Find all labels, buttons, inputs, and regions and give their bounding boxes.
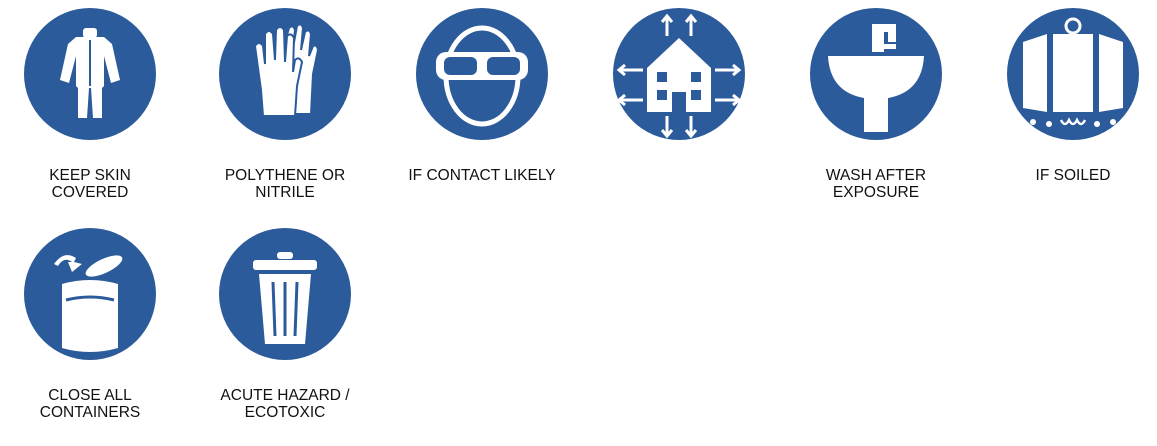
- sign-caption: IF CONTACT LIKELY: [408, 167, 556, 184]
- sign-polythene-or-nitrile: POLYTHENE OR NITRILE: [200, 4, 370, 201]
- sign-if-contact-likely: IF CONTACT LIKELY: [397, 4, 567, 184]
- gloves-icon: [219, 8, 351, 140]
- sign-caption: CLOSE ALL CONTAINERS: [39, 387, 141, 421]
- goggles-icon: [416, 8, 548, 140]
- close-container-icon: [24, 228, 156, 360]
- sign-ventilate: [594, 4, 764, 167]
- sign-keep-skin-covered: KEEP SKIN COVERED: [5, 4, 175, 201]
- waste-bin-icon: [219, 228, 351, 360]
- sign-caption: ACUTE HAZARD / ECOTOXIC: [220, 387, 350, 421]
- wash-basin-icon: [810, 8, 942, 140]
- ventilate-building-icon: [613, 8, 745, 140]
- sign-acute-hazard-ecotoxic: ACUTE HAZARD / ECOTOXIC: [200, 224, 370, 421]
- sign-if-soiled: IF SOILED: [988, 4, 1157, 184]
- change-clothes-icon: [1007, 8, 1139, 140]
- sign-caption: KEEP SKIN COVERED: [49, 167, 131, 201]
- sign-caption: WASH AFTER EXPOSURE: [825, 167, 927, 201]
- sign-close-all-containers: CLOSE ALL CONTAINERS: [5, 224, 175, 421]
- sign-wash-after-exposure: WASH AFTER EXPOSURE: [791, 4, 961, 201]
- sign-caption: POLYTHENE OR NITRILE: [224, 167, 346, 201]
- sign-caption: IF SOILED: [1035, 167, 1111, 184]
- protective-suit-icon: [24, 8, 156, 140]
